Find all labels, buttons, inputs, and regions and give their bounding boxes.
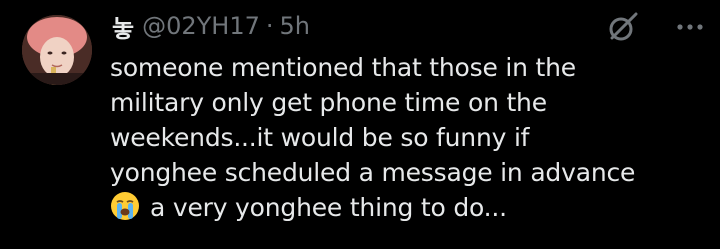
tweet: 놓 @02YH17 · 5h someone mentioned that th…	[0, 0, 720, 249]
tweet-text-line-last: a very yonghee thing to do...	[110, 190, 710, 225]
tweet-text-line: yonghee scheduled a message in advance	[110, 158, 636, 187]
tweet-text-line: military only get phone time on the	[110, 88, 547, 117]
tweet-text-line: weekends...it would be so funny if	[110, 123, 530, 152]
avatar-image	[22, 15, 92, 85]
tweet-text-line: a very yonghee thing to do...	[150, 193, 507, 222]
timestamp[interactable]: 5h	[280, 12, 310, 40]
tweet-text-line: someone mentioned that those in the	[110, 53, 576, 82]
loudly-crying-face-icon	[110, 191, 140, 221]
tweet-text: someone mentioned that those in the mili…	[110, 50, 710, 225]
display-name[interactable]: 놓	[112, 9, 134, 44]
more-options-icon[interactable]	[672, 14, 708, 40]
grok-icon[interactable]	[606, 10, 640, 44]
separator-dot: ·	[265, 12, 274, 40]
user-handle[interactable]: @02YH17	[142, 12, 260, 40]
avatar[interactable]	[22, 15, 92, 85]
tweet-header: 놓 @02YH17 · 5h	[112, 9, 310, 44]
